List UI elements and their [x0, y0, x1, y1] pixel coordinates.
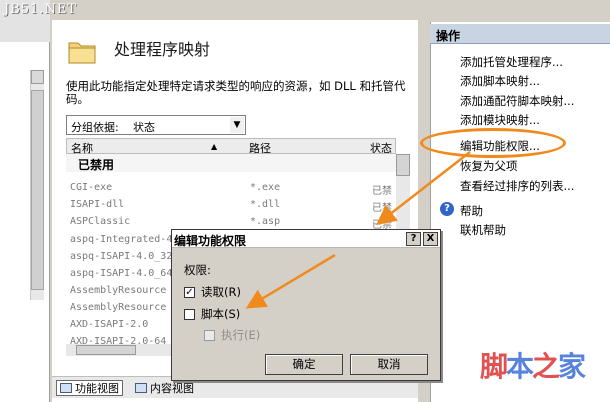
row-state: 已禁 — [372, 203, 392, 214]
connections-scrollbar[interactable] — [30, 70, 44, 300]
tab-features-view-label: 功能视图 — [75, 382, 119, 395]
group-header-disabled[interactable]: 已禁用 — [66, 154, 396, 172]
scroll-thumb[interactable] — [76, 345, 136, 355]
read-checkbox[interactable]: ✓ 读取(R) — [184, 284, 241, 300]
row-path: *.exe — [250, 182, 281, 193]
row-name: aspq-Integrated-4 — [70, 234, 173, 245]
sort-asc-icon: ▲ — [211, 142, 218, 151]
checkbox-unchecked-icon[interactable] — [184, 308, 195, 320]
checkbox-disabled-icon — [204, 329, 215, 341]
row-name: CGI-exe — [70, 182, 113, 193]
chevron-down-icon[interactable]: ▼ — [230, 117, 244, 133]
cancel-button[interactable]: 取消 — [350, 354, 428, 375]
annotation-ellipse — [420, 128, 566, 158]
folder-icon — [68, 42, 96, 64]
close-button[interactable]: X — [423, 232, 438, 246]
help-button[interactable]: ? — [406, 232, 421, 246]
ok-button[interactable]: 确定 — [265, 354, 343, 375]
tab-features-view[interactable]: 功能视图 — [56, 380, 123, 396]
site-watermark: JB51.NET — [4, 2, 77, 17]
row-name: aspq-ISAPI-4.0_64 — [70, 268, 173, 279]
permissions-label: 权限: — [184, 263, 211, 277]
site-logo-watermark: 脚本之家 — [480, 350, 586, 383]
dialog-title-bar: 编辑功能权限 ? X — [172, 230, 440, 248]
group-by-dropdown[interactable]: 分组依据: 状态 ▼ — [66, 115, 246, 135]
row-name: AssemblyResource — [70, 302, 167, 313]
row-name: ISAPI-dll — [70, 199, 125, 210]
scroll-thumb[interactable] — [31, 90, 44, 290]
execute-label: 执行(E) — [221, 328, 261, 342]
actions-header: 操作 — [430, 24, 610, 44]
checkbox-checked-icon[interactable]: ✓ — [184, 286, 195, 298]
action-help[interactable]: 帮助 — [460, 203, 483, 219]
tab-content-view-label: 内容视图 — [150, 382, 194, 395]
row-name: aspq-ISAPI-4.0_32 — [70, 251, 173, 262]
script-checkbox[interactable]: 脚本(S) — [184, 306, 240, 322]
action-add-wildcard-script-map[interactable]: 添加通配符脚本映射... — [460, 93, 574, 109]
action-add-managed-handler[interactable]: 添加托管处理程序... — [460, 54, 563, 70]
content-view-icon — [135, 383, 147, 393]
row-name: AXD-ISAPI-2.0 — [70, 319, 149, 330]
action-revert-to-parent[interactable]: 恢复为父项 — [460, 158, 518, 174]
action-view-ordered-list[interactable]: 查看经过排序的列表... — [460, 178, 574, 194]
row-name: ASPClassic — [70, 216, 131, 227]
features-view-icon — [60, 383, 72, 393]
read-label: 读取(R) — [201, 285, 241, 299]
action-add-module-map[interactable]: 添加模块映射... — [460, 112, 540, 128]
grid-header: 名称 ▲ 路径 状态 — [66, 138, 396, 155]
dialog-title: 编辑功能权限 — [174, 234, 247, 248]
group-header-label: 已禁用 — [78, 158, 115, 172]
help-icon: ? — [440, 202, 454, 216]
row-name: AssemblyResource — [70, 285, 167, 296]
actions-header-label: 操作 — [436, 29, 461, 43]
page-description: 使用此功能指定处理特定请求类型的响应的资源，如 DLL 和托管代码。 — [66, 79, 406, 106]
grid-horizontal-scrollbar[interactable] — [66, 344, 176, 356]
page-title: 处理程序映射 — [114, 40, 211, 59]
tab-content-view[interactable]: 内容视图 — [132, 380, 197, 396]
action-online-help[interactable]: 联机帮助 — [460, 222, 506, 238]
action-add-script-map[interactable]: 添加脚本映射... — [460, 73, 540, 89]
table-row[interactable]: ISAPI-dll *.dll 已禁 — [70, 199, 410, 215]
script-label: 脚本(S) — [201, 307, 241, 321]
group-by-value: 状态 — [133, 121, 155, 134]
scroll-thumb[interactable] — [396, 154, 410, 176]
execute-checkbox: 执行(E) — [204, 327, 260, 343]
table-row[interactable]: CGI-exe *.exe 已禁 — [70, 182, 410, 198]
row-path: *.dll — [250, 199, 281, 210]
scroll-up-arrow[interactable] — [31, 70, 44, 84]
row-state: 已禁 — [372, 186, 392, 197]
group-by-label: 分组依据: — [71, 121, 119, 134]
row-path: *.asp — [250, 216, 281, 227]
edit-feature-permissions-dialog: 编辑功能权限 ? X 权限: ✓ 读取(R) 脚本(S) 执行(E) 确定 取消 — [171, 229, 441, 381]
